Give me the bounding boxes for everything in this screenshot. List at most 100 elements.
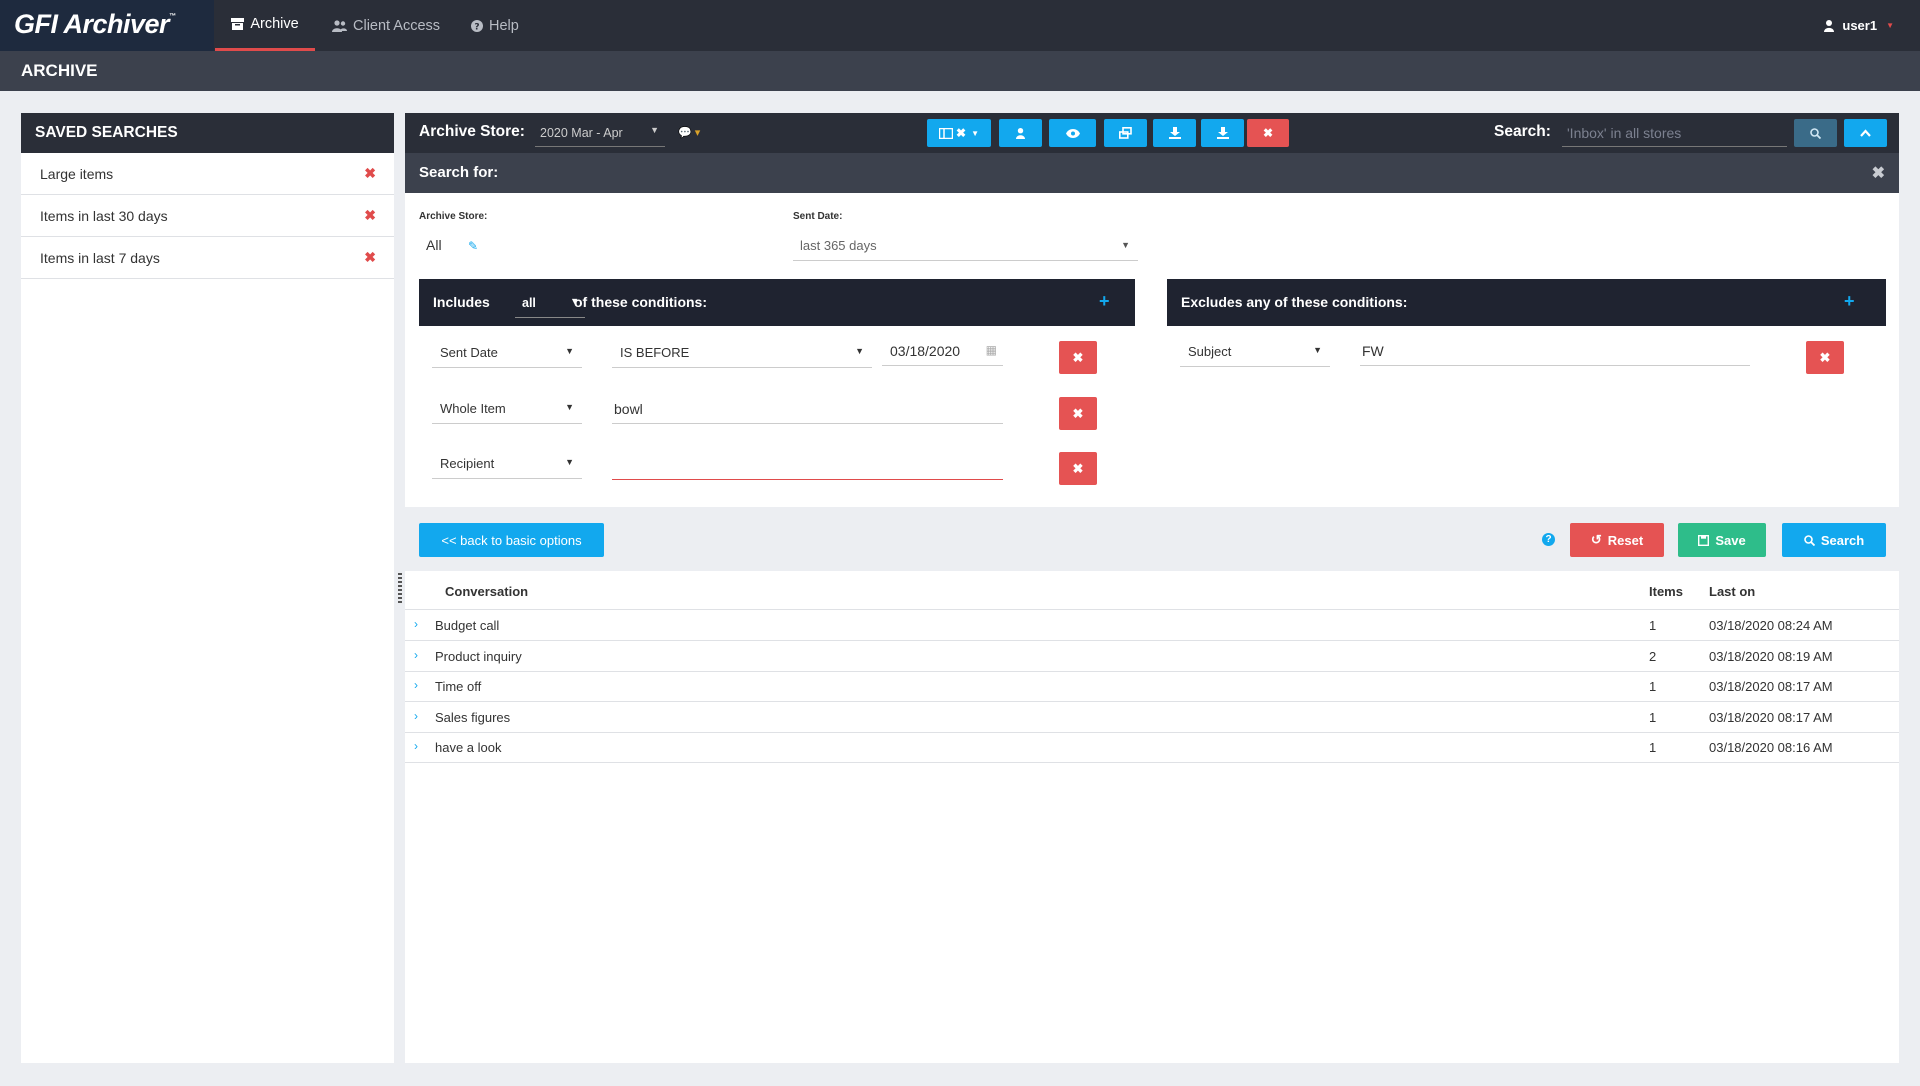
reset-button[interactable]: ↺ Reset [1570, 523, 1664, 557]
undo-icon: ↺ [1590, 532, 1602, 547]
saved-search-label: Large items [40, 165, 114, 182]
remove-exclude-button[interactable]: ✖ [1806, 341, 1844, 374]
copy-button[interactable] [1104, 119, 1147, 147]
search-for-bar: Search for: ✖ [405, 153, 1899, 193]
search-go-button[interactable] [1794, 119, 1837, 147]
column-items[interactable]: Items [1649, 584, 1683, 599]
condition-value-input[interactable]: bowl [612, 395, 1003, 424]
app-logo[interactable]: GFI Archiver™ [14, 9, 176, 40]
user-menu[interactable]: user1 ▼ [1824, 0, 1894, 51]
chevron-down-icon: ▼ [1886, 21, 1894, 30]
close-icon: ✖ [1072, 405, 1084, 421]
sent-date-field-label: Sent Date: [793, 211, 843, 222]
top-navbar: GFI Archiver™ Archive Client Access ? He… [0, 0, 1920, 51]
results-table-header: Conversation Items Last on [405, 572, 1899, 610]
row-last-on: 03/18/2020 08:24 AM [1709, 618, 1833, 633]
search-button[interactable]: Search [1782, 523, 1886, 557]
add-exclude-icon[interactable]: + [1844, 291, 1855, 312]
condition-operator-select[interactable]: IS BEFORE ▼ [612, 339, 872, 368]
export-button[interactable] [1201, 119, 1244, 147]
chevron-right-icon[interactable]: › [414, 648, 418, 662]
tab-archive[interactable]: Archive [215, 0, 315, 51]
includes-label-post: of these conditions: [574, 294, 707, 310]
back-to-basic-label: << back to basic options [441, 532, 582, 548]
saved-search-item[interactable]: Items in last 30 days ✖ [21, 195, 394, 237]
chevron-right-icon[interactable]: › [414, 709, 418, 723]
close-icon[interactable]: ✖ [1872, 163, 1885, 183]
archive-store-field-value: All [426, 237, 442, 253]
saved-searches-title: SAVED SEARCHES [21, 113, 394, 153]
calendar-icon[interactable]: ▦ [986, 343, 997, 357]
download-button[interactable] [1153, 119, 1196, 147]
chevron-right-icon[interactable]: › [414, 678, 418, 692]
add-include-icon[interactable]: + [1099, 291, 1110, 312]
saved-search-label: Items in last 7 days [40, 249, 160, 266]
remove-condition-button[interactable]: ✖ [1059, 397, 1097, 430]
excludes-label: Excludes any of these conditions: [1181, 294, 1408, 310]
table-row[interactable]: › Sales figures 1 03/18/2020 08:17 AM [405, 702, 1899, 733]
save-button[interactable]: Save [1678, 523, 1766, 557]
condition-field-value: Whole Item [440, 401, 506, 416]
row-conversation: Time off [435, 679, 482, 694]
caret-down-icon: ▼ [565, 457, 574, 467]
row-conversation: Budget call [435, 618, 500, 633]
condition-field-value: Recipient [440, 456, 495, 471]
export-icon [1216, 127, 1229, 139]
caret-down-icon: ▼ [1313, 345, 1322, 355]
chevron-right-icon[interactable]: › [414, 617, 418, 631]
row-last-on: 03/18/2020 08:19 AM [1709, 649, 1833, 664]
saved-search-item[interactable]: Large items ✖ [21, 153, 394, 195]
save-label: Save [1715, 532, 1746, 548]
sent-date-select[interactable]: last 365 days ▼ [793, 231, 1138, 261]
table-row[interactable]: › Budget call 1 03/18/2020 08:24 AM [405, 610, 1899, 641]
remove-condition-button[interactable]: ✖ [1059, 341, 1097, 374]
tab-help[interactable]: ? Help [471, 0, 519, 51]
delete-icon[interactable]: ✖ [364, 249, 376, 266]
search-icon [1804, 534, 1815, 546]
search-action-bar: << back to basic options ? ↺ Reset Save … [405, 507, 1899, 571]
exclude-field-select[interactable]: Subject ▼ [1180, 338, 1330, 367]
conversation-icon[interactable]: 💬 ▾ [678, 126, 700, 139]
clear-button[interactable]: ✖ [1247, 119, 1289, 147]
delete-icon[interactable]: ✖ [364, 165, 376, 182]
table-row[interactable]: › Product inquiry 2 03/18/2020 08:19 AM [405, 641, 1899, 672]
remove-condition-button[interactable]: ✖ [1059, 452, 1097, 485]
search-icon [1810, 127, 1821, 139]
row-last-on: 03/18/2020 08:17 AM [1709, 679, 1833, 694]
user-icon [1016, 127, 1025, 139]
archive-store-field-label: Archive Store: [419, 211, 488, 222]
columns-button[interactable]: ✖ ▼ [927, 119, 991, 147]
chevron-down-icon: ▼ [971, 128, 979, 138]
search-input[interactable] [1562, 120, 1787, 147]
archive-store-select[interactable]: 2020 Mar - Apr ▼ [535, 120, 665, 147]
close-icon: ✖ [1819, 349, 1831, 365]
column-last-on[interactable]: Last on [1709, 584, 1755, 599]
condition-value-input[interactable] [612, 451, 1003, 480]
collapse-button[interactable] [1844, 119, 1887, 147]
help-icon[interactable]: ? [1542, 533, 1555, 546]
condition-field-select[interactable]: Recipient ▼ [432, 450, 582, 479]
condition-field-select[interactable]: Whole Item ▼ [432, 395, 582, 424]
delete-icon[interactable]: ✖ [364, 207, 376, 224]
help-circle-icon: ? [471, 19, 483, 32]
back-to-basic-button[interactable]: << back to basic options [419, 523, 604, 557]
table-row[interactable]: › Time off 1 03/18/2020 08:17 AM [405, 671, 1899, 702]
table-row[interactable]: › have a look 1 03/18/2020 08:16 AM [405, 732, 1899, 763]
tab-client-access[interactable]: Client Access [332, 0, 440, 51]
date-input[interactable]: 03/18/2020 ▦ [882, 337, 1003, 366]
edit-icon[interactable]: ✎ [468, 239, 478, 253]
user-filter-button[interactable] [999, 119, 1042, 147]
exclude-value-input[interactable]: FW [1360, 337, 1750, 366]
column-conversation[interactable]: Conversation [445, 584, 528, 599]
chevron-right-icon[interactable]: › [414, 739, 418, 753]
caret-down-icon: ▼ [855, 346, 864, 356]
saved-search-label: Items in last 30 days [40, 207, 168, 224]
saved-search-item[interactable]: Items in last 7 days ✖ [21, 237, 394, 279]
includes-mode-value: all [522, 296, 536, 310]
preview-button[interactable] [1049, 119, 1096, 147]
date-value: 03/18/2020 [890, 343, 961, 359]
close-icon: ✖ [1072, 349, 1084, 365]
condition-field-select[interactable]: Sent Date ▼ [432, 339, 582, 368]
columns-icon [939, 127, 953, 139]
resize-handle[interactable] [398, 573, 402, 603]
